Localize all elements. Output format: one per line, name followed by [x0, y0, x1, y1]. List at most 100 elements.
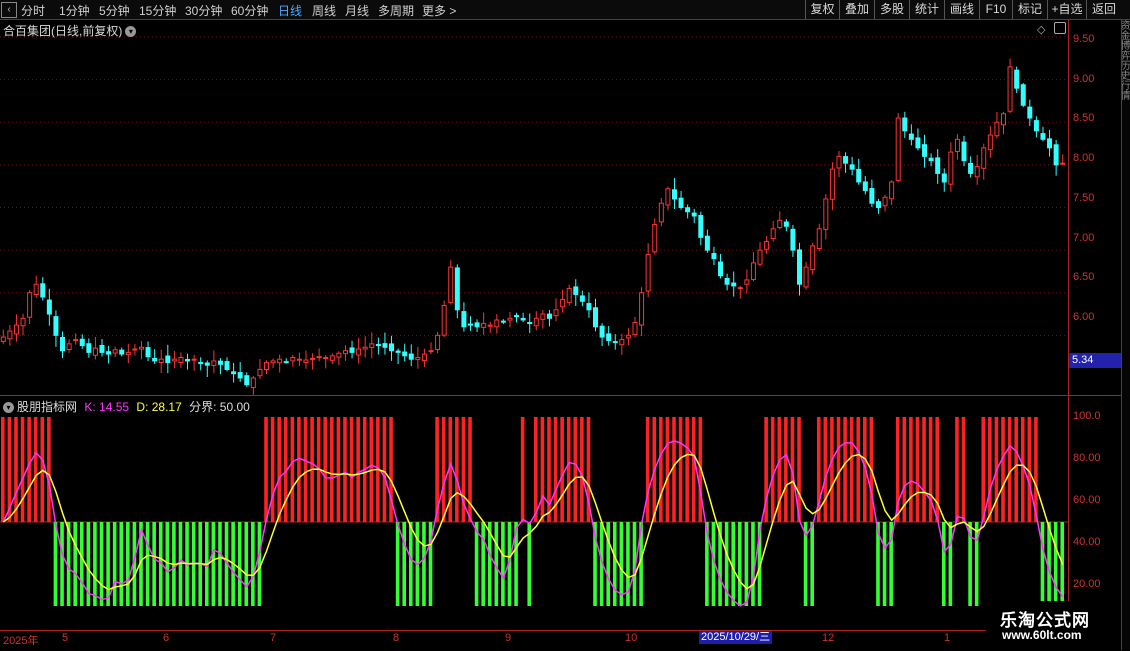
price-tick: 7.50: [1073, 192, 1095, 204]
candle-body: [685, 207, 691, 213]
indicator-chart[interactable]: [0, 396, 1068, 630]
candle-body: [231, 371, 237, 375]
candle-body: [283, 361, 289, 364]
candle-body: [20, 317, 26, 327]
red-bar: [566, 417, 571, 522]
current-price-label: 5.34: [1069, 353, 1121, 368]
candle-body: [665, 188, 671, 206]
date-label: 9: [505, 632, 512, 644]
red-bar: [33, 417, 38, 522]
price-tick: 9.00: [1073, 73, 1095, 85]
tab-5min[interactable]: 5分钟: [99, 2, 130, 19]
candle-body: [869, 188, 875, 204]
right-info-strip[interactable]: 资金博弈历史行情: [1121, 20, 1130, 650]
red-bar: [277, 417, 281, 522]
candle-body: [46, 299, 52, 315]
green-bar: [106, 522, 110, 606]
candle-body: [92, 347, 98, 356]
green-bar: [948, 522, 953, 606]
candle-body: [270, 360, 276, 364]
date-label: 12: [822, 632, 835, 644]
tab-weekly[interactable]: 周线: [312, 2, 336, 19]
green-bar: [152, 522, 156, 606]
red-bar: [270, 417, 275, 522]
price-axis: 9.50 9.00 8.50 8.00 7.50 7.00 6.50 6.00: [1068, 20, 1121, 395]
candle-body: [1000, 113, 1006, 126]
candle-body: [125, 351, 131, 356]
green-bar: [99, 522, 104, 606]
candle-body: [1007, 66, 1013, 112]
green-bar: [974, 522, 979, 606]
candle-body: [671, 189, 677, 200]
tab-30min[interactable]: 30分钟: [185, 2, 222, 19]
fuquan-button[interactable]: 复权: [805, 0, 839, 19]
candle-body: [810, 245, 816, 271]
green-bar: [237, 522, 242, 606]
indicator-tick: 80.00: [1073, 452, 1101, 464]
tab-15min[interactable]: 15分钟: [139, 2, 176, 19]
multi-stock-button[interactable]: 多股: [874, 0, 909, 19]
red-bar: [40, 417, 45, 522]
draw-line-button[interactable]: 画线: [944, 0, 979, 19]
red-bar: [573, 417, 578, 522]
candle-body: [1027, 106, 1033, 119]
green-bar: [112, 522, 117, 606]
tab-daily[interactable]: 日线: [278, 2, 302, 19]
candle-body: [843, 156, 849, 164]
statistics-button[interactable]: 统计: [909, 0, 944, 19]
candle-body: [138, 346, 144, 350]
price-chart[interactable]: [0, 20, 1068, 395]
candle-body: [658, 202, 664, 223]
candle-body: [7, 330, 13, 340]
green-bar: [751, 522, 755, 606]
green-bar: [422, 522, 426, 606]
red-bar: [909, 417, 913, 522]
tab-60min[interactable]: 60分钟: [231, 2, 268, 19]
mark-button[interactable]: 标记: [1012, 0, 1047, 19]
candle-body: [106, 351, 112, 355]
red-bar: [922, 417, 926, 522]
red-bar: [836, 417, 841, 522]
candle-body: [625, 334, 631, 339]
candle-body: [316, 356, 322, 359]
candle-body: [165, 355, 171, 364]
candle-body: [362, 346, 368, 350]
red-bar: [297, 417, 301, 522]
watermark-url: www.60lt.com: [1002, 628, 1082, 642]
price-tick: 7.00: [1073, 232, 1095, 244]
candle-body: [987, 134, 993, 151]
candle-body: [698, 215, 704, 238]
tab-monthly[interactable]: 月线: [345, 2, 369, 19]
green-bar: [1040, 522, 1045, 606]
back-icon[interactable]: ‹: [1, 2, 17, 18]
green-bar: [119, 522, 124, 606]
green-bar: [244, 522, 249, 606]
candle-body: [540, 313, 546, 320]
tab-more[interactable]: 更多 >: [422, 2, 456, 19]
date-label: 6: [163, 632, 170, 644]
candle-body: [928, 157, 934, 162]
red-bar: [560, 417, 564, 522]
candle-body: [711, 253, 717, 260]
candle-body: [954, 138, 960, 152]
add-watchlist-button[interactable]: +自选: [1047, 0, 1086, 19]
candle-body: [224, 361, 230, 370]
candle-body: [691, 212, 697, 217]
red-bar: [20, 417, 25, 522]
tab-multi-period[interactable]: 多周期: [378, 2, 414, 19]
red-bar: [1007, 417, 1012, 522]
tab-1min[interactable]: 1分钟: [59, 2, 90, 19]
return-button[interactable]: 返回: [1086, 0, 1121, 19]
candle-body: [487, 324, 493, 327]
candle-body: [948, 151, 954, 185]
candle-body: [612, 341, 618, 344]
f10-button[interactable]: F10: [979, 0, 1012, 19]
candle-body: [619, 339, 625, 346]
tab-fenshi[interactable]: 分时: [21, 2, 45, 19]
candle-body: [79, 338, 85, 347]
candle-body: [586, 303, 592, 311]
candle-body: [731, 282, 737, 287]
overlay-button[interactable]: 叠加: [839, 0, 874, 19]
red-bar: [520, 417, 525, 522]
red-bar: [580, 417, 584, 522]
